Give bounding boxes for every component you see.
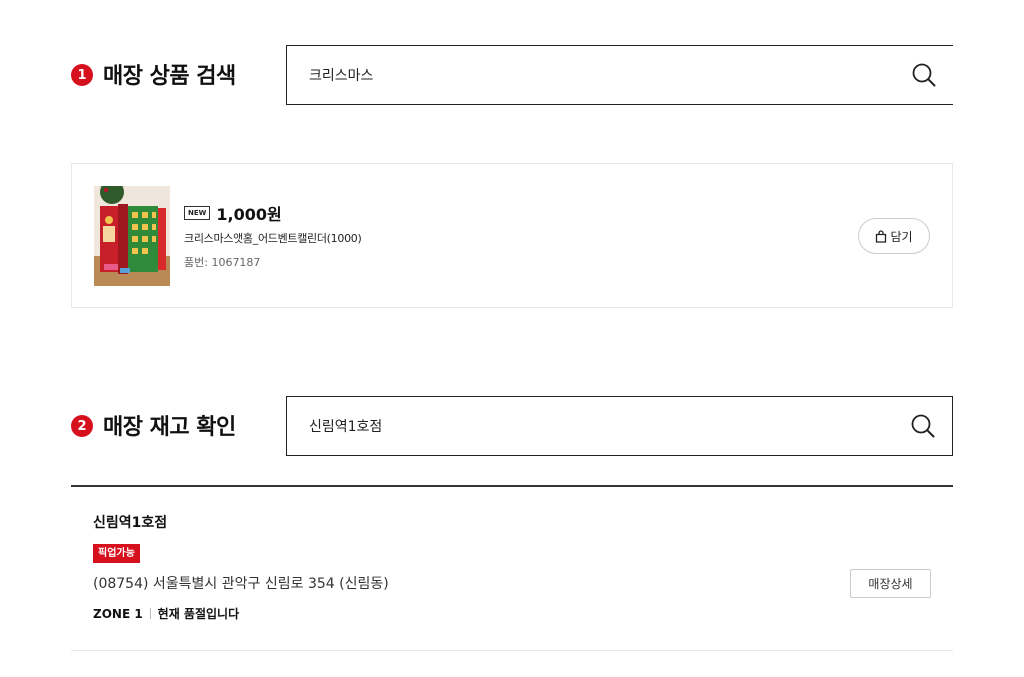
product-thumbnail[interactable] xyxy=(94,186,170,286)
search-icon xyxy=(911,414,935,438)
step-number-badge: 2 xyxy=(71,415,93,437)
section-title: 매장 재고 확인 xyxy=(103,415,236,440)
shopping-bag-icon xyxy=(876,229,887,243)
product-search-button[interactable] xyxy=(909,60,939,90)
section-header-product-search: 1 매장 상품 검색 xyxy=(71,58,236,90)
product-search-input[interactable] xyxy=(309,67,909,83)
add-to-cart-button[interactable]: 담기 xyxy=(858,218,930,254)
step-number-badge: 1 xyxy=(71,64,93,86)
store-name: 신림역1호점 xyxy=(93,515,168,531)
product-price: 1,000원 xyxy=(216,205,282,224)
results-divider xyxy=(71,485,953,487)
store-result: 신림역1호점 픽업가능 (08754) 서울특별시 관악구 신림로 354 (신… xyxy=(93,512,933,622)
add-to-cart-label: 담기 xyxy=(890,229,913,244)
bottom-divider xyxy=(71,650,953,651)
product-search-box xyxy=(286,45,953,105)
product-card: NEW 1,000원 크리스마스앳홈_어드벤트캘린더(1000) 품번: 106… xyxy=(71,163,953,308)
store-search-input[interactable] xyxy=(309,418,908,434)
product-name[interactable]: 크리스마스앳홈_어드벤트캘린더(1000) xyxy=(184,230,362,246)
stock-status: 현재 품절입니다 xyxy=(157,607,240,621)
new-badge: NEW xyxy=(184,206,211,220)
product-code: 품번: 1067187 xyxy=(184,256,261,269)
store-address: (08754) 서울특별시 관악구 신림로 354 (신림동) xyxy=(93,576,389,592)
search-icon xyxy=(912,63,936,87)
price-row: NEW 1,000원 xyxy=(184,202,361,224)
section-title: 매장 상품 검색 xyxy=(103,64,236,89)
section-header-store-stock: 2 매장 재고 확인 xyxy=(71,409,236,441)
advent-calendar-image xyxy=(94,186,170,286)
stock-row: ZONE 1 현재 품절입니다 xyxy=(93,605,933,622)
store-search-box xyxy=(286,396,953,456)
store-search-button[interactable] xyxy=(908,411,938,441)
pickup-available-badge: 픽업가능 xyxy=(93,544,140,563)
product-info: NEW 1,000원 크리스마스앳홈_어드벤트캘린더(1000) 품번: 106… xyxy=(184,202,362,270)
store-detail-button[interactable]: 매장상세 xyxy=(850,569,931,598)
separator xyxy=(149,608,151,619)
zone-label: ZONE 1 xyxy=(93,606,143,621)
